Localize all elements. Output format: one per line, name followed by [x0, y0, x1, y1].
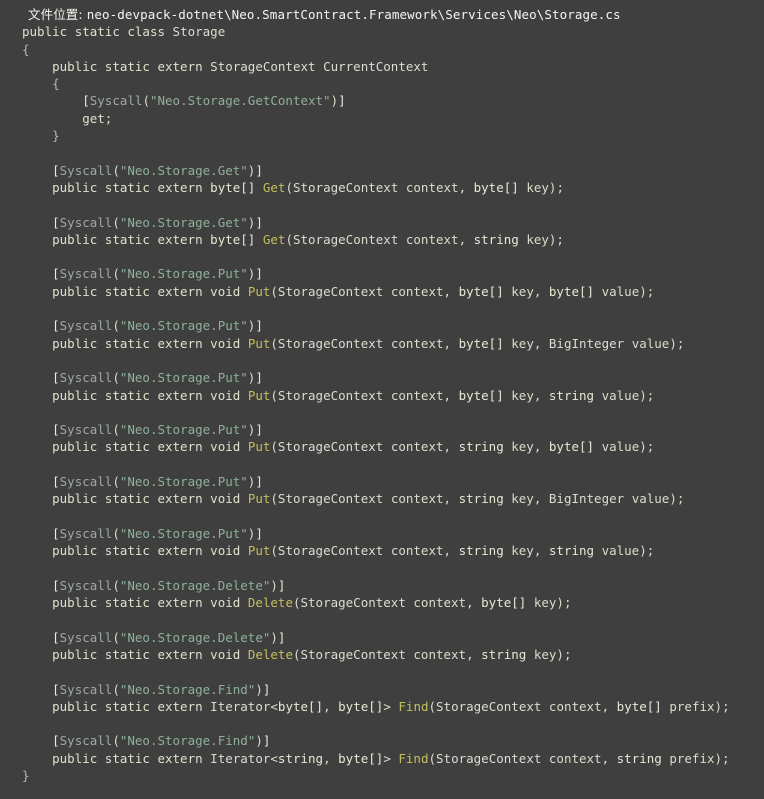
code-line: get; — [82, 110, 113, 126]
code-line: public static extern void Delete(Storage… — [52, 595, 572, 611]
code-line: [Syscall("Neo.Storage.Get")] — [52, 162, 263, 178]
code-line: [Syscall("Neo.Storage.GetContext")] — [82, 93, 346, 109]
file-path-header: 文件位置: neo-devpack-dotnet\Neo.SmartContra… — [0, 6, 764, 23]
code-line: [Syscall("Neo.Storage.Put")] — [52, 525, 263, 541]
code-line: { — [52, 76, 60, 92]
source-code-block: public static class Storage{ public stat… — [0, 23, 764, 784]
code-line: [Syscall("Neo.Storage.Get")] — [52, 214, 263, 230]
code-line: [Syscall("Neo.Storage.Find")] — [52, 681, 271, 697]
file-path-value: neo-devpack-dotnet\Neo.SmartContract.Fra… — [86, 7, 621, 22]
code-line: public static extern void Put(StorageCon… — [52, 439, 655, 455]
code-line: public static extern void Put(StorageCon… — [52, 491, 685, 507]
code-line: public static extern void Delete(Storage… — [52, 646, 572, 662]
code-line: public static extern Iterator<string, by… — [52, 750, 730, 766]
code-line: { — [22, 41, 30, 57]
code-line: public static extern StorageContext Curr… — [52, 58, 429, 74]
code-line: public static class Storage — [22, 24, 226, 40]
code-line: public static extern byte[] Get(StorageC… — [52, 231, 564, 247]
code-line: [Syscall("Neo.Storage.Delete")] — [52, 629, 286, 645]
code-line: public static extern void Put(StorageCon… — [52, 283, 655, 299]
code-line: [Syscall("Neo.Storage.Put")] — [52, 318, 263, 334]
code-line: public static extern byte[] Get(StorageC… — [52, 179, 564, 195]
code-line: [Syscall("Neo.Storage.Find")] — [52, 733, 271, 749]
code-line: public static extern void Put(StorageCon… — [52, 335, 685, 351]
code-line: [Syscall("Neo.Storage.Put")] — [52, 474, 263, 490]
code-line: [Syscall("Neo.Storage.Put")] — [52, 266, 263, 282]
code-line: [Syscall("Neo.Storage.Delete")] — [52, 577, 286, 593]
code-line: [Syscall("Neo.Storage.Put")] — [52, 370, 263, 386]
code-viewer: 文件位置: neo-devpack-dotnet\Neo.SmartContra… — [0, 0, 764, 799]
code-line: public static extern Iterator<byte[], by… — [52, 698, 730, 714]
code-line: } — [52, 128, 60, 144]
code-line: public static extern void Put(StorageCon… — [52, 543, 655, 559]
code-line: public static extern void Put(StorageCon… — [52, 387, 655, 403]
code-line: } — [22, 768, 30, 784]
code-line: [Syscall("Neo.Storage.Put")] — [52, 422, 263, 438]
file-path-label: 文件位置: — [28, 7, 83, 22]
